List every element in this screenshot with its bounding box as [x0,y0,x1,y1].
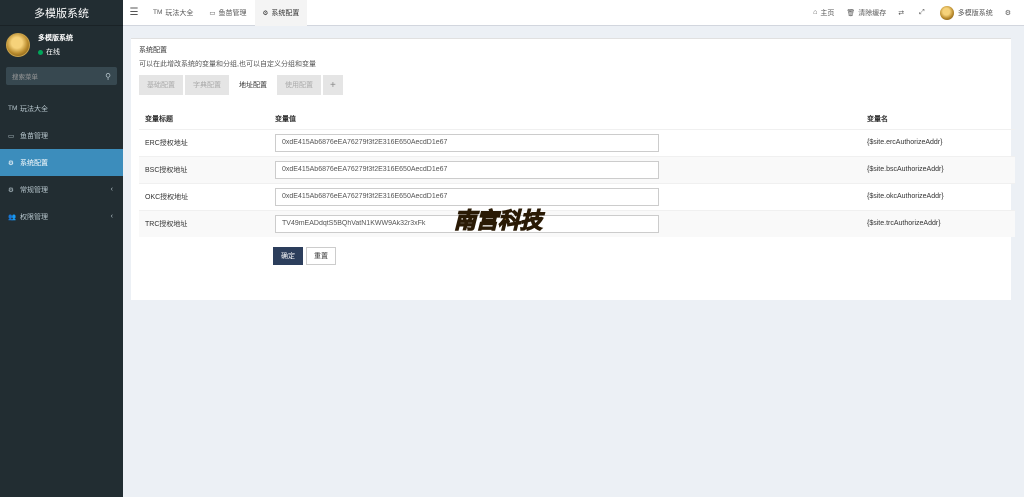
variable-name: {$site.bscAuthorizeAddr} [861,155,1015,183]
translate-icon: ⇄ [898,9,905,17]
home-link[interactable]: ⌂ 主页 [813,8,834,18]
tab-address-config[interactable]: 地址配置 [231,75,275,95]
user-status-label: 在线 [46,49,60,56]
tab-system-config[interactable]: ⚙ 系统配置 [254,0,308,26]
variable-name: {$site.trcAuthorizeAddr} [861,209,1015,237]
tab-dict-config[interactable]: 字典配置 [185,75,229,95]
users-icon: 👥 [8,213,17,221]
tab-usage-config[interactable]: 使用配置 [277,75,321,95]
app-title[interactable]: 多模版系统 [0,0,123,26]
sidebar-item-general[interactable]: ⚙ 常规管理 ‹ [0,176,123,203]
config-panel: 系统配置 可以在此增改系统的变量和分组,也可以自定义分组和变量 基础配置 字典配… [131,38,1015,300]
sidebar-item-system-config[interactable]: ⚙ 系统配置 [0,149,123,176]
confirm-button[interactable]: 确定 [273,247,303,265]
user-menu[interactable]: 多模版系统 [939,5,993,20]
variable-title: ERC授权地址 [139,128,269,156]
tm-icon: TM [153,9,163,16]
menu-toggle-icon[interactable]: ☰ [123,7,145,18]
tab-label: 玩法大全 [165,9,194,17]
table-row: BSC授权地址 {$site.bscAuthorizeAddr} [139,155,1015,183]
variable-title: TRC授权地址 [139,209,269,237]
avatar [939,5,954,20]
menu-search-placeholder: 搜索菜单 [12,74,38,81]
cogs-icon: ⚙ [8,186,14,194]
table-row: OKC授权地址 {$site.okcAuthorizeAddr} [139,182,1015,210]
sidebar-item-label: 常规管理 [20,186,48,194]
sidebar-item-label: 玩法大全 [20,105,48,113]
chevron-left-icon: ‹ [110,213,113,220]
home-label: 主页 [820,9,835,17]
column-header: 变量值 [269,109,861,130]
topbar-right: ⌂ 主页 🗑 清除缓存 ⇄ ⤢ 多模版系统 ⚙ [801,0,1024,26]
sidebar-item-label: 权限管理 [20,213,48,221]
config-table: 变量标题 变量值 变量名 ERC授权地址 {$site.ercAuthorize… [139,109,1015,237]
online-dot-icon [38,49,43,55]
topbar: ☰ TM 玩法大全 ▭ 鱼苗管理 ⚙ 系统配置 ⌂ 主页 🗑 清除缓存 ⇄ ⤢ … [123,0,1024,26]
sidebar-item-permissions[interactable]: 👥 权限管理 ‹ [0,203,123,230]
translate-button[interactable]: ⇄ [898,9,907,17]
clear-cache-button[interactable]: 🗑 清除缓存 [846,8,886,18]
chevron-left-icon: ‹ [110,186,113,193]
panel-title: 系统配置 [139,47,167,54]
variable-title: OKC授权地址 [139,182,269,210]
sidebar-item-label: 系统配置 [20,159,48,167]
erc-address-input[interactable] [275,133,659,152]
sidebar-item-label: 鱼苗管理 [20,132,48,140]
column-header: 变量标题 [139,109,269,130]
tab-fish[interactable]: ▭ 鱼苗管理 [201,0,254,26]
sidebar: 多模版系统 多模版系统 在线 搜索菜单 ⚲ TM 玩法大全 ▭ 鱼苗管理 ⚙ 系… [0,0,123,497]
bsc-address-input[interactable] [275,160,659,179]
tab-games[interactable]: TM 玩法大全 [145,0,201,26]
home-icon: ⌂ [813,9,818,16]
gear-icon: ⚙ [262,9,269,17]
form-actions: 确定 重置 [273,247,339,265]
card-icon: ▭ [209,9,216,17]
variable-name: {$site.okcAuthorizeAddr} [861,182,1015,210]
tab-basic-config[interactable]: 基础配置 [139,75,183,95]
watermark-logo: 南宫科技 [448,200,548,240]
card-icon: ▭ [8,132,15,140]
clear-cache-label: 清除缓存 [858,9,887,17]
menu-search-input[interactable]: 搜索菜单 ⚲ [6,67,117,85]
tab-label: 鱼苗管理 [218,9,247,17]
panel-subtitle: 可以在此增改系统的变量和分组,也可以自定义分组和变量 [139,61,316,68]
cogs-icon: ⚙ [1004,9,1011,17]
fullscreen-button[interactable]: ⤢ [919,9,928,17]
config-tabs: 基础配置 字典配置 地址配置 使用配置 + [139,75,345,95]
table-row: TRC授权地址 {$site.trcAuthorizeAddr} [139,209,1015,237]
variable-name: {$site.ercAuthorizeAddr} [861,128,1015,156]
search-icon[interactable]: ⚲ [105,72,111,81]
trash-icon: 🗑 [846,9,856,17]
sidebar-item-games[interactable]: TM 玩法大全 [0,95,123,122]
column-header: 变量名 [861,109,1015,130]
tm-icon: TM [8,105,18,112]
add-group-button[interactable]: + [323,75,343,95]
variable-title: BSC授权地址 [139,155,269,183]
user-name: 多模版系统 [38,35,73,42]
avatar [6,33,30,57]
content: 系统配置 可以在此增改系统的变量和分组,也可以自定义分组和变量 基础配置 字典配… [123,26,1024,497]
tab-label: 系统配置 [271,9,300,17]
user-status: 在线 [38,47,73,57]
reset-button[interactable]: 重置 [306,247,336,265]
watermark-text: 南宫科技 [454,208,545,234]
user-panel: 多模版系统 在线 [0,26,123,64]
sidebar-menu: TM 玩法大全 ▭ 鱼苗管理 ⚙ 系统配置 ⚙ 常规管理 ‹ 👥 权限管理 ‹ [0,95,123,230]
sidebar-item-fish[interactable]: ▭ 鱼苗管理 [0,122,123,149]
table-row: ERC授权地址 {$site.ercAuthorizeAddr} [139,128,1015,156]
user-menu-label: 多模版系统 [957,9,993,17]
expand-icon: ⤢ [919,8,925,16]
settings-button[interactable]: ⚙ [1005,9,1014,17]
gear-icon: ⚙ [8,159,14,167]
